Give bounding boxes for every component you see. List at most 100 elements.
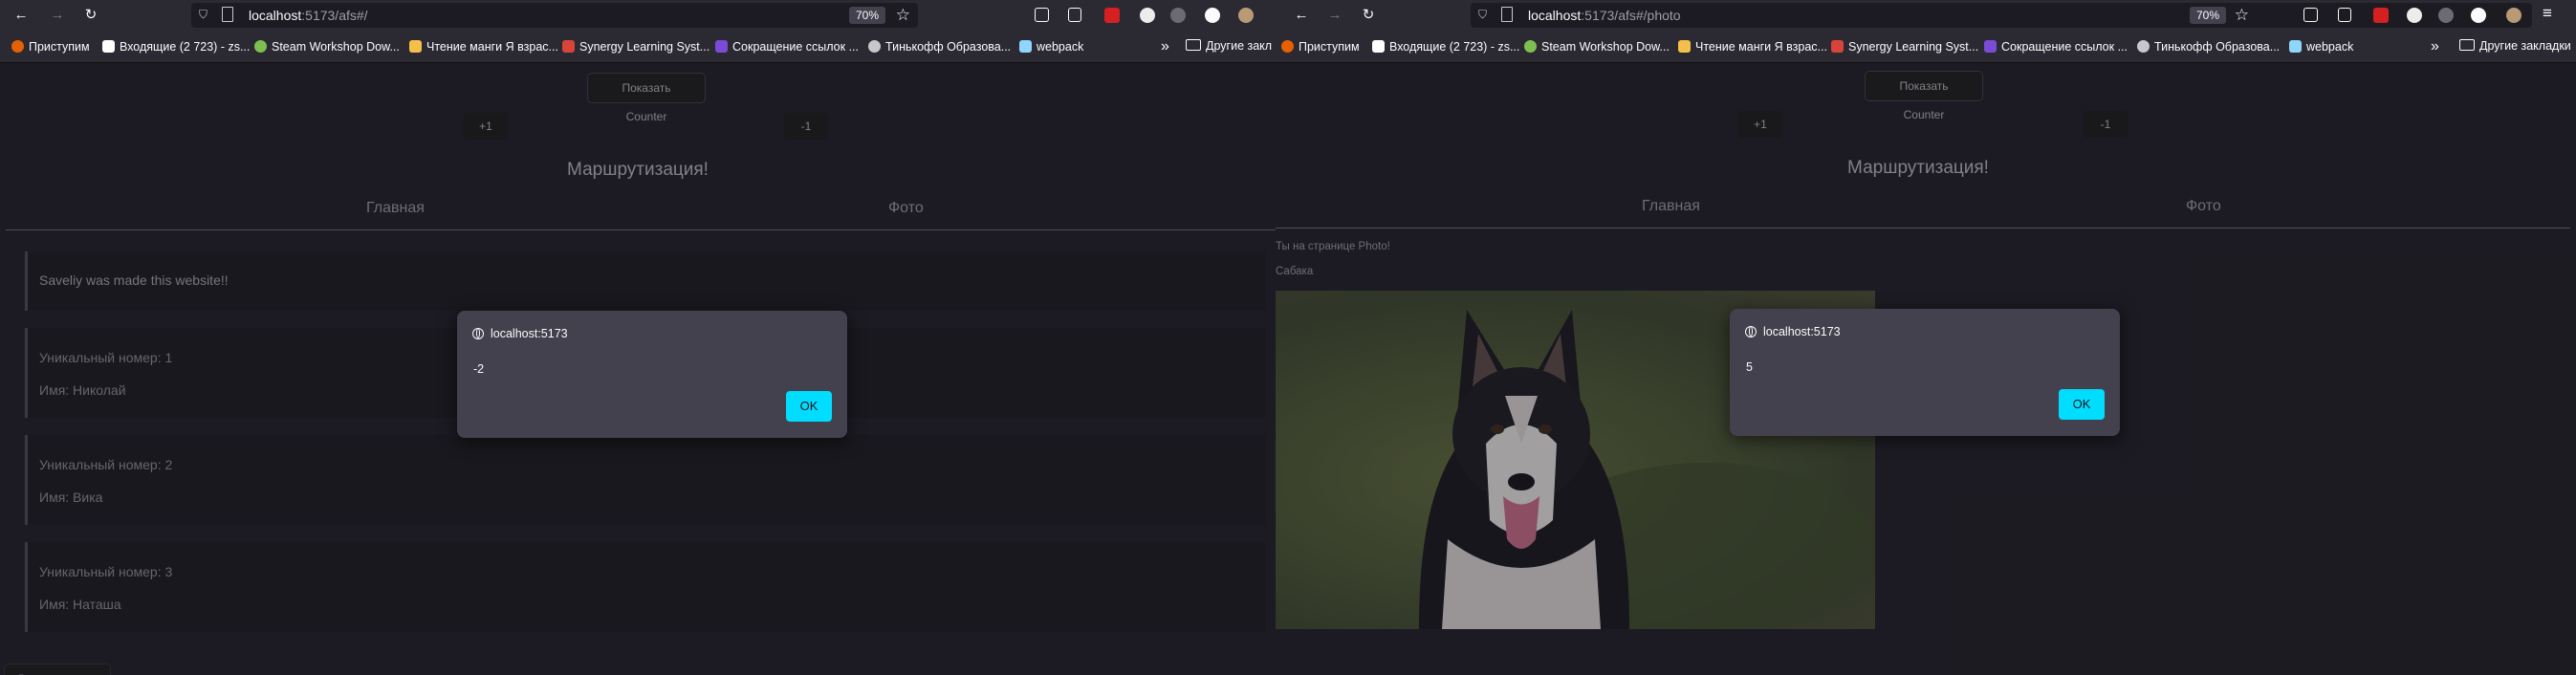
- steam-workshop-icon: [1524, 40, 1537, 53]
- decrement-button[interactable]: -1: [2084, 111, 2128, 138]
- pocket-icon[interactable]: [1035, 8, 1049, 22]
- link-shortener-icon: [1984, 40, 1997, 53]
- page-heading: Маршрутизация!: [567, 160, 709, 180]
- bookmark-item[interactable]: Чтение манги Я взрас...: [409, 39, 558, 54]
- bookmark-star-icon[interactable]: ☆: [2235, 6, 2249, 25]
- manga-icon: [409, 40, 422, 53]
- user-id: Уникальный номер: 1: [39, 350, 173, 365]
- globe-icon: [472, 328, 484, 339]
- intro-text: Saveliy was made this website!!: [39, 272, 229, 288]
- bookmark-item[interactable]: Приступим: [11, 39, 90, 54]
- bookmark-item[interactable]: webpack: [1019, 39, 1083, 54]
- bookmarks-toolbar: Приступим Входящие (2 723) - zs... Steam…: [0, 32, 1276, 63]
- zoom-indicator[interactable]: 70%: [2189, 7, 2226, 24]
- firefox-icon: [1281, 40, 1294, 53]
- extension-white-icon[interactable]: [2471, 8, 2486, 23]
- page-info-icon[interactable]: [1501, 7, 1513, 22]
- bookmarks-overflow-icon[interactable]: »: [2431, 38, 2439, 55]
- bookmark-item[interactable]: Steam Workshop Dow...: [254, 39, 400, 54]
- nav-divider: [1276, 228, 2570, 229]
- back-arrow-icon[interactable]: ←: [1292, 6, 1311, 25]
- dialog-message: -2: [473, 362, 485, 376]
- all-users-button[interactable]: Все пользов: [4, 664, 111, 675]
- hamburger-menu-icon[interactable]: ≡: [2543, 5, 2558, 21]
- ublock-icon[interactable]: [2373, 8, 2389, 23]
- user-name: Имя: Наташа: [39, 597, 121, 612]
- bookmark-item[interactable]: Чтение манги Я взрас...: [1678, 39, 1827, 54]
- bookmark-item[interactable]: Приступим: [1281, 39, 1360, 54]
- profile-avatar-icon[interactable]: [1238, 8, 1254, 23]
- bookmark-item[interactable]: Сокращение ссылок ...: [1984, 39, 2128, 54]
- extension-gray-icon[interactable]: [1170, 8, 1186, 23]
- bookmark-star-icon[interactable]: ☆: [896, 6, 910, 25]
- user-name: Имя: Вика: [39, 490, 103, 505]
- show-counter-button[interactable]: Показать Counter: [1865, 71, 1983, 121]
- forward-arrow-icon[interactable]: →: [1325, 6, 1344, 25]
- extensions-icon[interactable]: [1068, 8, 1081, 22]
- bookmarks-toolbar: Приступим Входящие (2 723) - zs... Steam…: [1276, 32, 2576, 63]
- other-bookmarks-folder[interactable]: Другие закл: [1186, 39, 1272, 53]
- dialog-ok-button[interactable]: OK: [2059, 389, 2105, 420]
- bookmark-item[interactable]: Входящие (2 723) - zs...: [1372, 39, 1519, 54]
- shield-icon: ⛉: [199, 8, 208, 21]
- profile-avatar-icon[interactable]: [2506, 8, 2521, 23]
- extension-circle-icon[interactable]: [1140, 8, 1155, 23]
- reload-icon[interactable]: ↻: [1359, 6, 1378, 25]
- bookmark-item[interactable]: Входящие (2 723) - zs...: [102, 39, 250, 54]
- pocket-icon[interactable]: [2303, 8, 2318, 22]
- url-text[interactable]: localhost:5173/afs#/: [249, 8, 368, 23]
- browser-window-right: ← → ↻ ⛉ localhost:5173/afs#/photo 70% ☆ …: [1276, 0, 2576, 675]
- url-text[interactable]: localhost:5173/afs#/photo: [1528, 8, 1681, 23]
- nav-divider: [6, 229, 1276, 230]
- browser-toolbar: ← → ↻ ⛉ localhost:5173/afs#/photo 70% ☆ …: [1276, 0, 2576, 32]
- photo-page-text: Ты на странице Photo!: [1276, 241, 1390, 252]
- dialog-ok-button[interactable]: OK: [786, 391, 832, 422]
- page-info-icon[interactable]: [222, 7, 233, 22]
- back-arrow-icon[interactable]: ←: [11, 6, 31, 25]
- user-card: Уникальный номер: 3 Имя: Наташа: [25, 542, 1265, 632]
- bookmark-item[interactable]: Synergy Learning Syst...: [1831, 39, 1978, 54]
- increment-button[interactable]: +1: [464, 113, 508, 140]
- extension-white-icon[interactable]: [1205, 8, 1220, 23]
- globe-icon: [868, 40, 881, 53]
- photo-caption: Сабака: [1276, 266, 1314, 277]
- user-id: Уникальный номер: 3: [39, 564, 173, 579]
- bookmarks-overflow-icon[interactable]: »: [1161, 38, 1169, 55]
- browser-window-left: ← → ↻ ⛉ localhost:5173/afs#/ 70% ☆ Прист…: [0, 0, 1276, 675]
- increment-button[interactable]: +1: [1738, 111, 1782, 138]
- zoom-indicator[interactable]: 70%: [848, 7, 885, 24]
- manga-icon: [1678, 40, 1691, 53]
- folder-icon: [2459, 39, 2475, 51]
- nav-link-photo[interactable]: Фото: [2186, 198, 2221, 215]
- webpack-icon: [2289, 40, 2302, 53]
- dialog-origin: localhost:5173: [1763, 325, 1841, 338]
- steam-workshop-icon: [254, 40, 267, 53]
- extension-circle-icon[interactable]: [2407, 8, 2422, 23]
- ublock-icon[interactable]: [1104, 8, 1120, 23]
- nav-link-photo[interactable]: Фото: [888, 200, 924, 217]
- bookmark-item[interactable]: webpack: [2289, 39, 2353, 54]
- gmail-icon: [102, 40, 115, 53]
- bookmark-item[interactable]: Тинькофф Образова...: [2137, 39, 2280, 54]
- forward-arrow-icon[interactable]: →: [48, 6, 67, 25]
- folder-icon: [1186, 39, 1201, 51]
- bookmark-item[interactable]: Synergy Learning Syst...: [562, 39, 709, 54]
- bookmark-item[interactable]: Тинькофф Образова...: [868, 39, 1011, 54]
- link-shortener-icon: [715, 40, 728, 53]
- extensions-icon[interactable]: [2338, 8, 2351, 22]
- synergy-icon: [562, 40, 575, 53]
- decrement-button[interactable]: -1: [784, 113, 828, 140]
- show-counter-button[interactable]: Показать Counter: [587, 73, 706, 123]
- intro-card: Saveliy was made this website!!: [25, 251, 1265, 311]
- reload-icon[interactable]: ↻: [81, 6, 100, 25]
- user-name: Имя: Николай: [39, 382, 126, 398]
- nav-link-home[interactable]: Главная: [366, 200, 425, 217]
- extension-gray-icon[interactable]: [2438, 8, 2454, 23]
- gmail-icon: [1372, 40, 1385, 53]
- url-bar[interactable]: ⛉ localhost:5173/afs#/ 70% ☆: [191, 3, 918, 28]
- other-bookmarks-folder[interactable]: Другие закладки: [2459, 39, 2571, 53]
- nav-link-home[interactable]: Главная: [1642, 198, 1700, 215]
- bookmark-item[interactable]: Steam Workshop Dow...: [1524, 39, 1670, 54]
- dialog-message: 5: [1746, 360, 1753, 374]
- bookmark-item[interactable]: Сокращение ссылок ...: [715, 39, 859, 54]
